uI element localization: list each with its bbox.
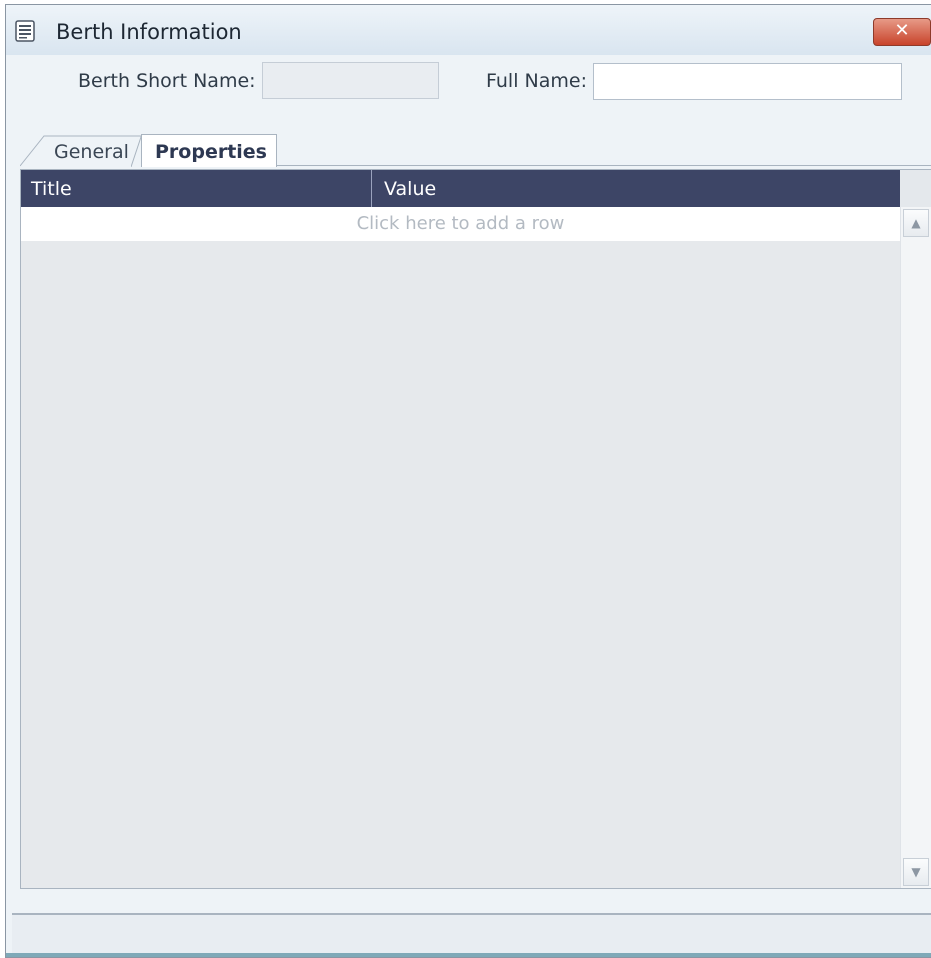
column-header-value[interactable]: Value	[384, 177, 436, 201]
status-bar	[12, 913, 931, 953]
title-bar[interactable]: Berth Information ✕	[6, 5, 931, 55]
grid-header-corner	[900, 170, 931, 207]
arrow-up-icon[interactable]: ▲	[903, 209, 929, 237]
close-icon: ✕	[894, 20, 910, 41]
vertical-scrollbar[interactable]: ▲ ▼	[900, 207, 931, 888]
full-name-label: Full Name:	[486, 70, 587, 92]
berth-information-window: Berth Information ✕ Berth Short Name: Fu…	[5, 4, 931, 958]
grid-header: Title Value	[21, 170, 900, 207]
column-header-title[interactable]: Title	[31, 177, 72, 201]
berth-short-name-input[interactable]	[262, 62, 439, 99]
tab-general-label[interactable]: General	[54, 140, 129, 164]
column-divider[interactable]	[371, 170, 372, 207]
full-name-input[interactable]	[593, 63, 902, 100]
window-bottom-border	[6, 953, 931, 957]
close-button[interactable]: ✕	[873, 18, 931, 46]
add-row-button[interactable]: Click here to add a row	[21, 207, 900, 241]
tab-properties-label: Properties	[155, 141, 267, 163]
window-title: Berth Information	[56, 20, 242, 44]
tab-properties[interactable]: Properties	[131, 134, 277, 167]
tab-properties-slant	[131, 134, 143, 167]
berth-short-name-label: Berth Short Name:	[78, 70, 256, 92]
document-stack-icon	[15, 20, 35, 42]
arrow-down-icon[interactable]: ▼	[903, 858, 929, 886]
properties-grid: Title Value Click here to add a row ▲ ▼	[20, 169, 931, 889]
